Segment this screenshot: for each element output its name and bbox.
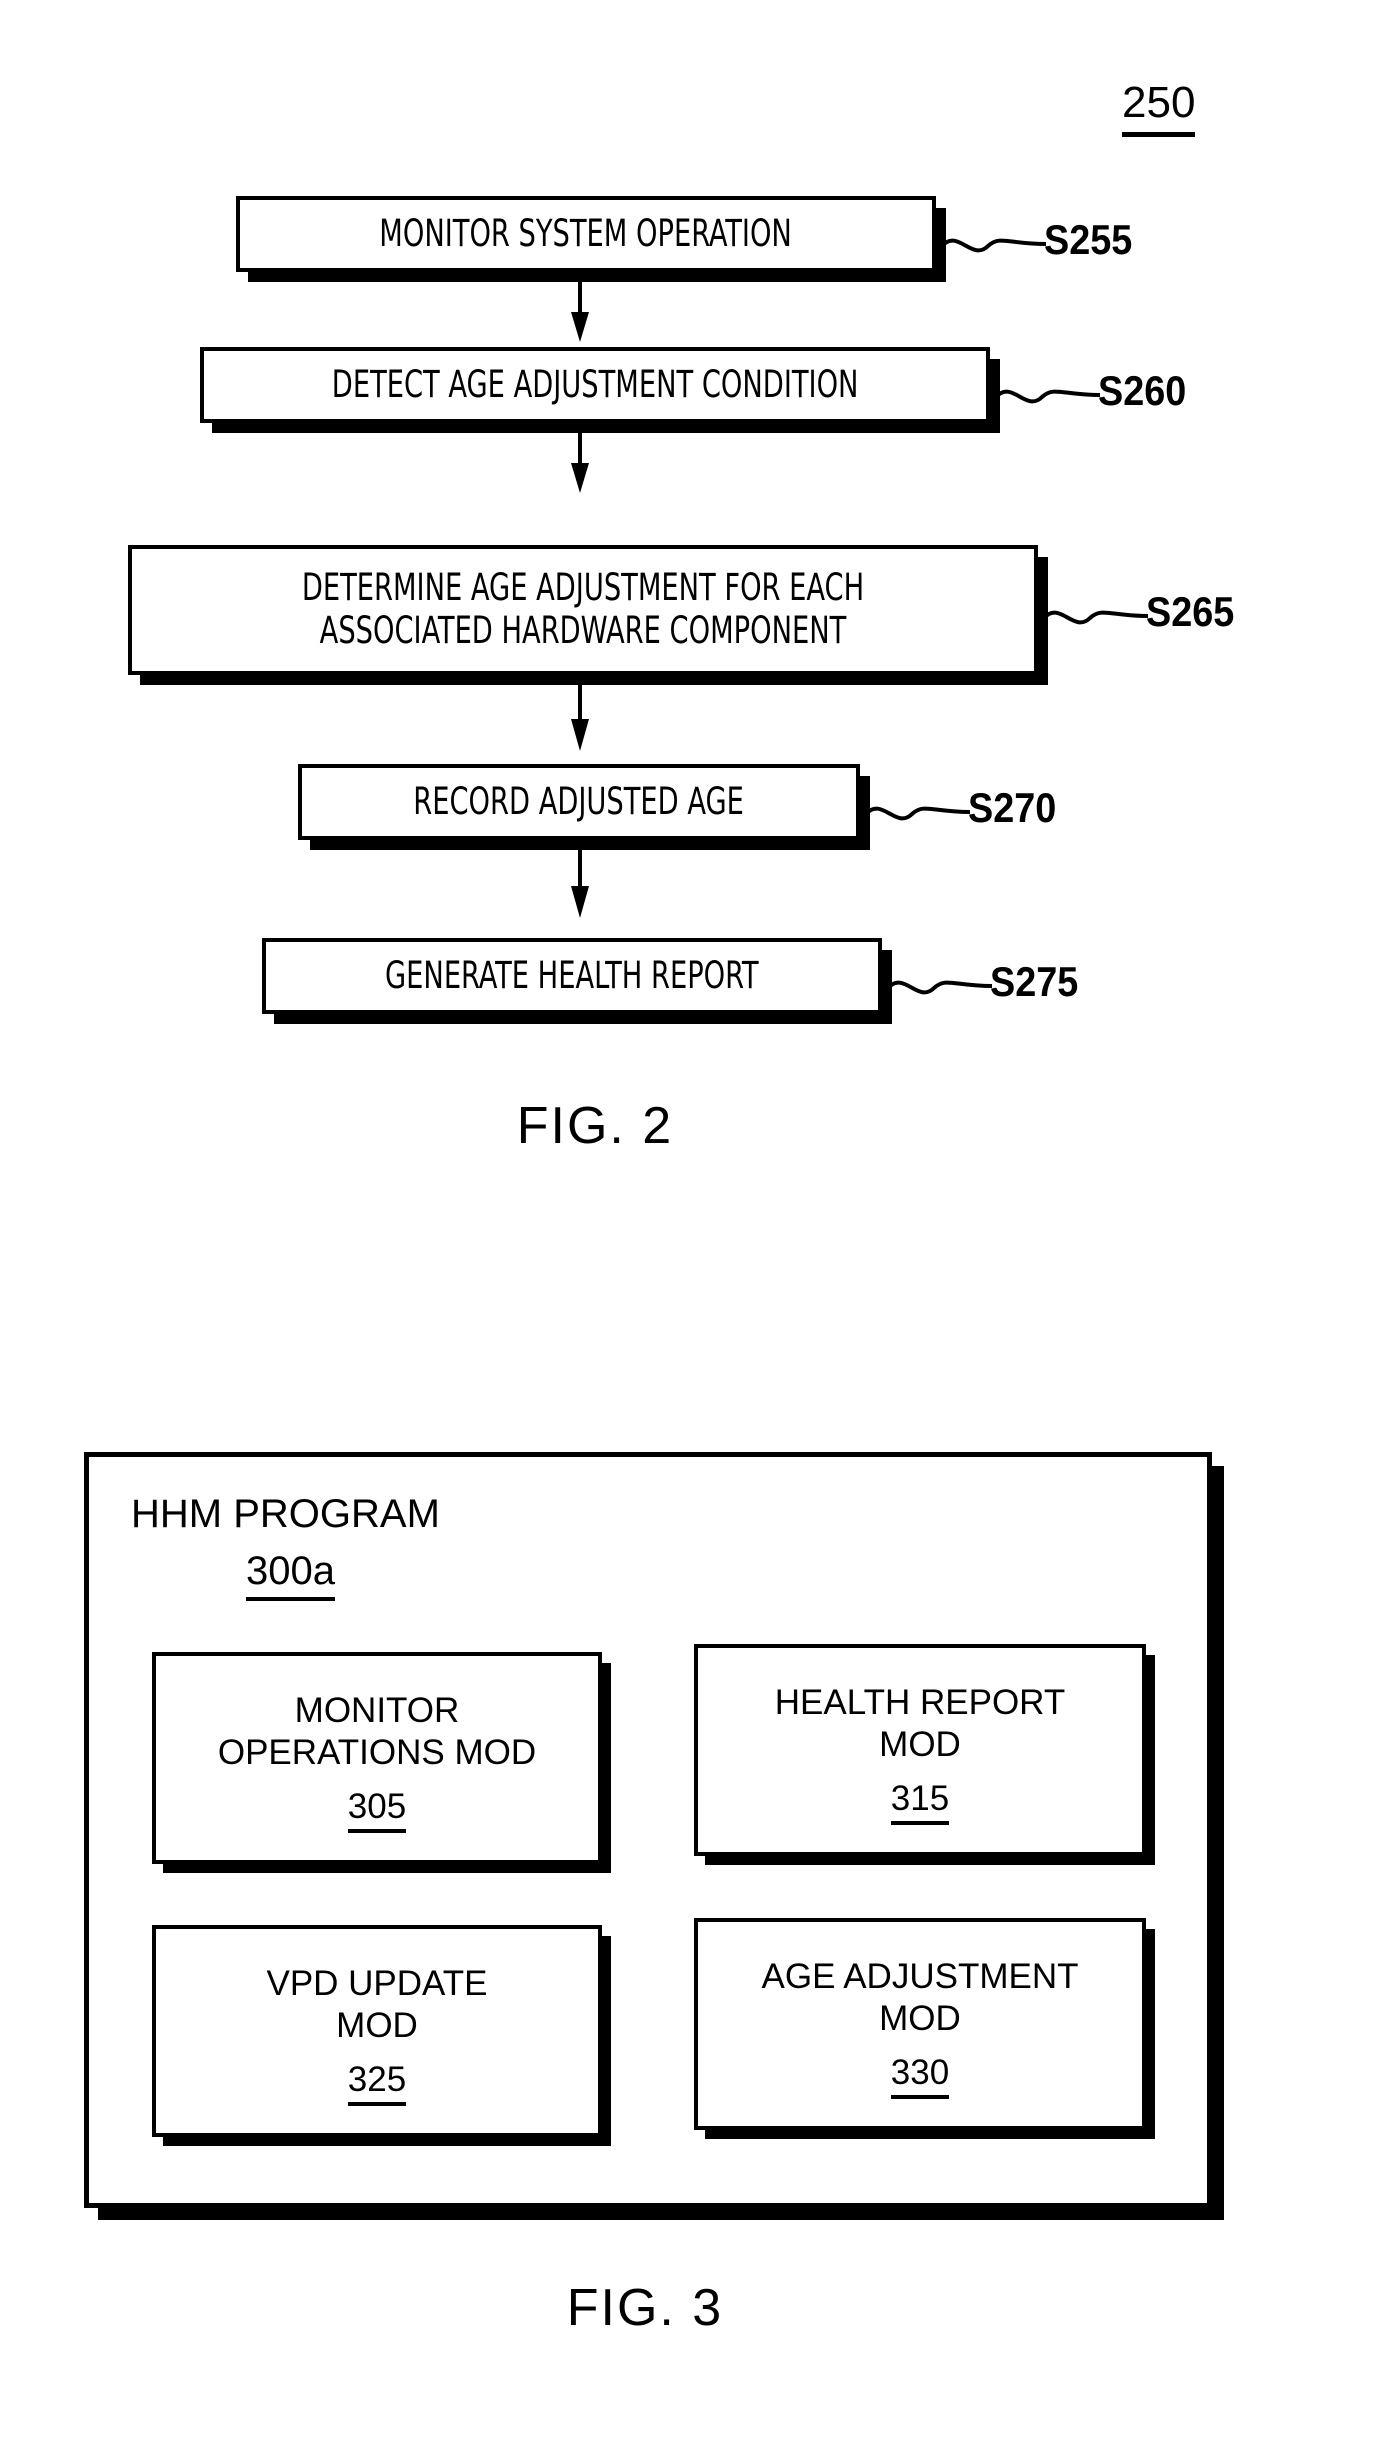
module-box-vpd-update[interactable]: VPD UPDATE MOD 325 <box>152 1925 602 2137</box>
figure3-caption: FIG. 3 <box>566 2279 724 2337</box>
module-number-monitor-operations: 305 <box>347 1786 407 1833</box>
module-name-monitor-operations: MONITOR OPERATIONS MOD <box>217 1690 537 1772</box>
step-number-s270: S270 <box>968 784 1057 831</box>
flow-connector-1 <box>571 272 589 342</box>
step-number-s265: S265 <box>1146 588 1235 635</box>
module-box-monitor-operations[interactable]: MONITOR OPERATIONS MOD 305 <box>152 1652 602 1864</box>
module-name-health-report: HEALTH REPORT MOD <box>774 1682 1066 1764</box>
flow-connector-3 <box>571 675 589 751</box>
flow-step-label-s265: DETERMINE AGE ADJUSTMENT FOR EACH ASSOCI… <box>301 566 865 652</box>
module-number-vpd-update: 325 <box>347 2059 407 2106</box>
module-box-health-report[interactable]: HEALTH REPORT MOD 315 <box>694 1644 1146 1856</box>
module-name-vpd-update: VPD UPDATE MOD <box>266 1963 488 2045</box>
flow-step-box-s265[interactable]: DETERMINE AGE ADJUSTMENT FOR EACH ASSOCI… <box>128 545 1038 675</box>
step-number-s275: S275 <box>990 958 1079 1005</box>
figure2-caption: FIG. 2 <box>516 1097 674 1155</box>
flow-step-box-s255[interactable]: MONITOR SYSTEM OPERATION <box>236 196 936 272</box>
module-number-age-adjustment: 330 <box>890 2052 950 2099</box>
flow-connector-2 <box>571 423 589 493</box>
step-number-s260: S260 <box>1098 367 1187 414</box>
flow-step-label-s255: MONITOR SYSTEM OPERATION <box>379 211 793 255</box>
flow-step-label-s275: GENERATE HEALTH REPORT <box>385 953 759 997</box>
flow-step-box-s260[interactable]: DETECT AGE ADJUSTMENT CONDITION <box>200 347 990 423</box>
module-number-health-report: 315 <box>890 1778 950 1825</box>
flow-step-box-s275[interactable]: GENERATE HEALTH REPORT <box>262 938 882 1014</box>
module-name-age-adjustment: AGE ADJUSTMENT MOD <box>761 1956 1079 2038</box>
flow-step-label-s260: DETECT AGE ADJUSTMENT CONDITION <box>331 362 859 406</box>
flow-connector-4 <box>571 840 589 918</box>
flow-step-label-s270: RECORD ADJUSTED AGE <box>413 779 745 823</box>
flow-step-box-s270[interactable]: RECORD ADJUSTED AGE <box>298 764 860 840</box>
figure2-reference-number: 250 <box>1122 78 1196 137</box>
step-number-s255: S255 <box>1044 216 1133 263</box>
module-box-age-adjustment[interactable]: AGE ADJUSTMENT MOD 330 <box>694 1918 1146 2130</box>
hhm-program-number: 300a <box>246 1549 335 1601</box>
hhm-program-title: HHM PROGRAM <box>131 1492 440 1536</box>
patent-drawing-sheet: 250 MONITOR SYSTEM OPERATION S255 DETECT… <box>0 0 1380 2440</box>
